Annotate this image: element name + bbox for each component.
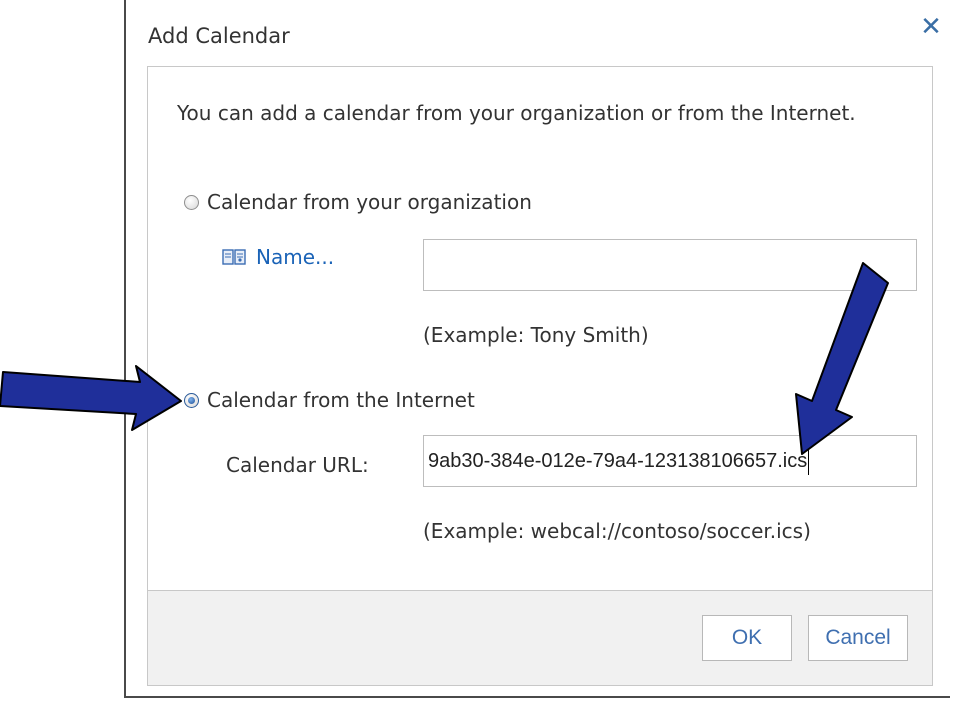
- screenshot-stage: Add Calendar ✕ You can add a calendar fr…: [0, 0, 956, 702]
- down-arrow-annotation: [795, 262, 889, 455]
- left-arrow-annotation: [0, 365, 182, 431]
- annotation-overlay: [0, 262, 889, 455]
